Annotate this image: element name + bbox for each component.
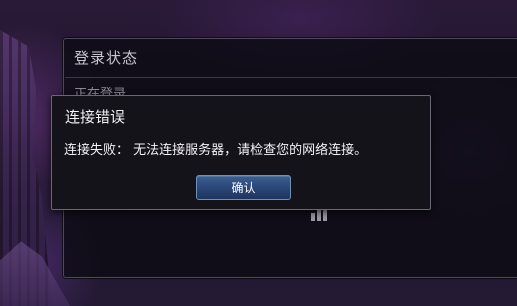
login-status-title: 登录状态	[74, 49, 139, 67]
login-status-divider	[65, 77, 517, 78]
connection-error-dialog: 连接错误 连接失败： 无法连接服务器，请检查您的网络连接。 确认	[51, 95, 431, 210]
error-dialog-title: 连接错误	[65, 108, 126, 126]
game-background: 登录状态 正在登录…… 连接错误 连接失败： 无法连接服务器，请检查您的网络连接…	[0, 0, 517, 306]
confirm-button[interactable]: 确认	[196, 175, 291, 200]
error-dialog-message: 连接失败： 无法连接服务器，请检查您的网络连接。	[64, 143, 368, 158]
